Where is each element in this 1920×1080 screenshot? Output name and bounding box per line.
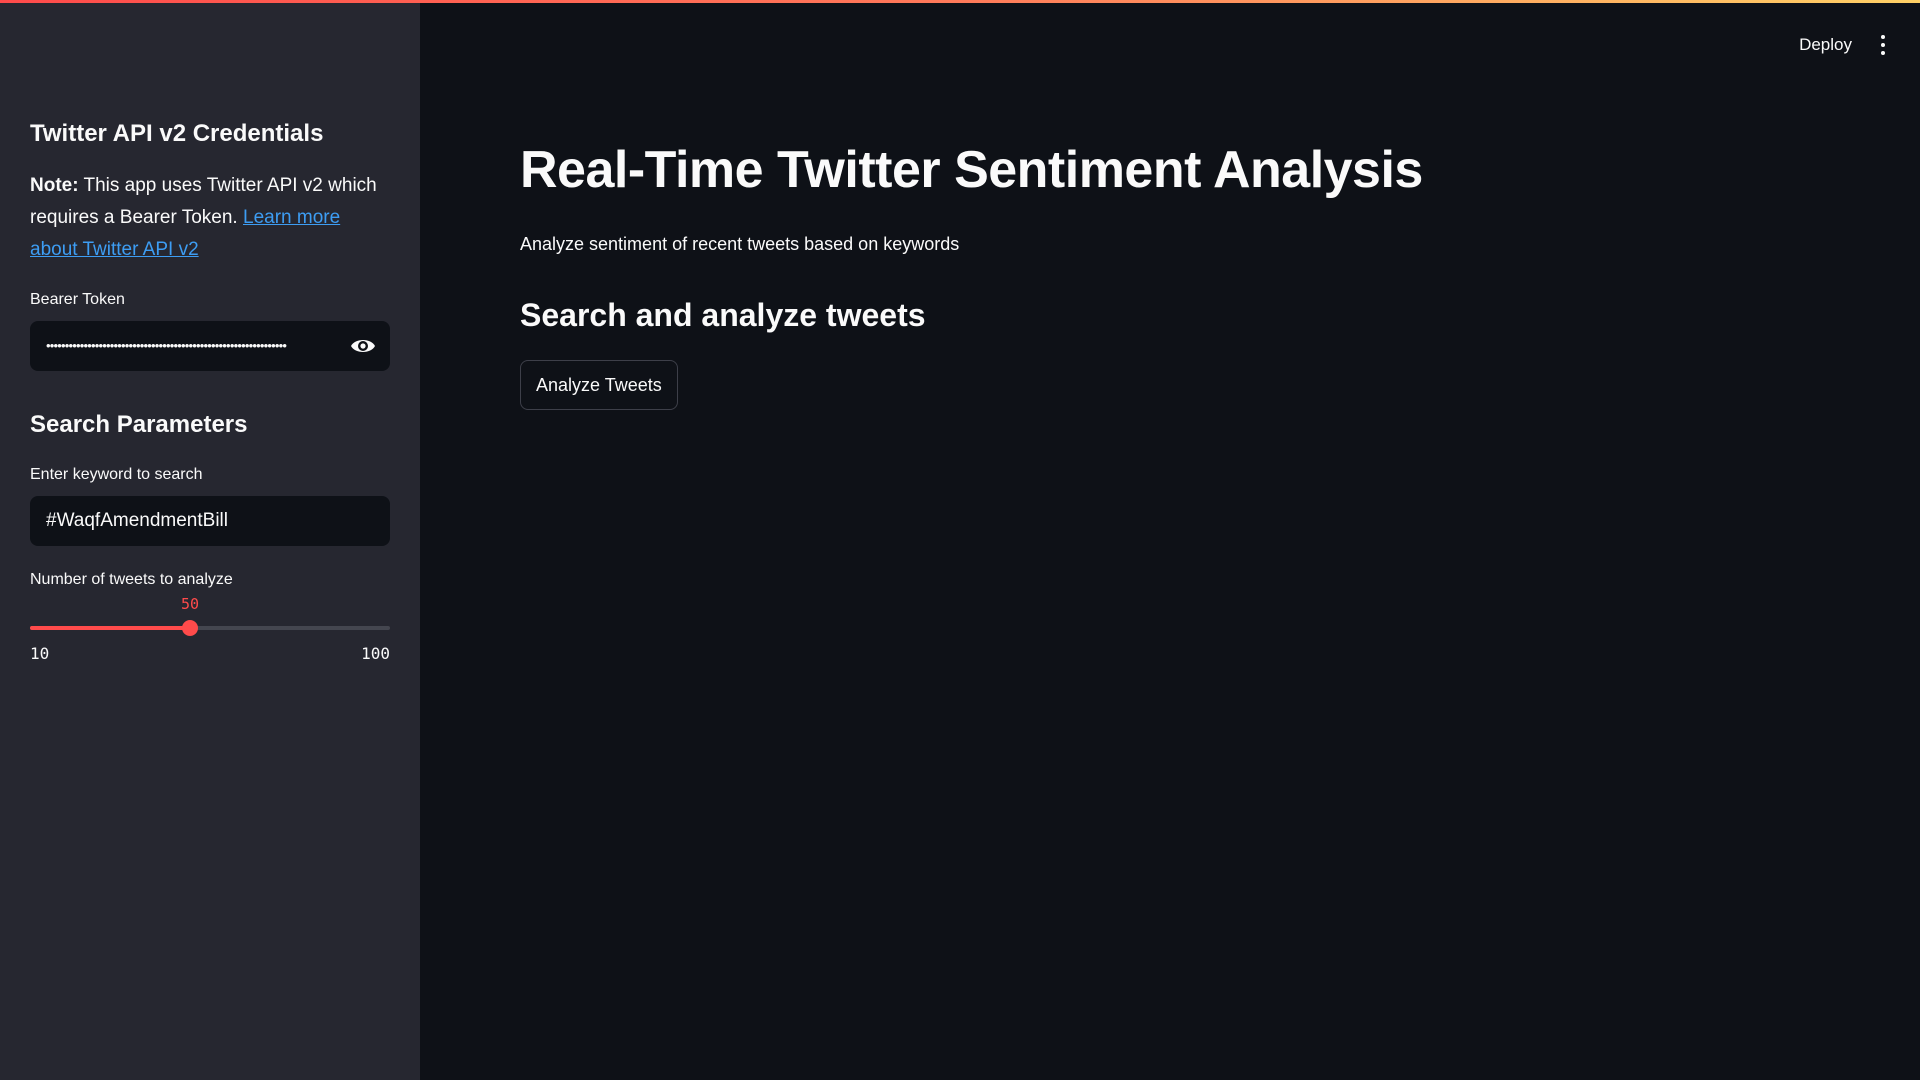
credentials-heading: Twitter API v2 Credentials <box>30 120 324 147</box>
keyword-search-input[interactable]: #WaqfAmendmentBill <box>30 496 390 546</box>
top-decoration-bar <box>0 0 1920 3</box>
page-title: Real-Time Twitter Sentiment Analysis <box>520 141 1423 199</box>
eye-icon[interactable] <box>350 334 376 358</box>
bearer-token-input[interactable]: ••••••••••••••••••••••••••••••••••••••••… <box>30 321 390 371</box>
slider-thumb[interactable] <box>182 620 198 636</box>
note-label: Note: <box>30 175 79 196</box>
bearer-token-label: Bearer Token <box>30 291 125 308</box>
tweet-count-slider[interactable]: 50 10 100 <box>30 590 390 670</box>
api-note: Note: This app uses Twitter API v2 which… <box>30 170 390 266</box>
slider-min-label: 10 <box>30 644 50 663</box>
search-parameters-heading: Search Parameters <box>30 411 248 438</box>
deploy-button[interactable]: Deploy <box>1799 35 1852 55</box>
keyword-value: #WaqfAmendmentBill <box>46 510 228 531</box>
keyword-label: Enter keyword to search <box>30 466 203 483</box>
analyze-tweets-button[interactable]: Analyze Tweets <box>520 360 678 410</box>
header-toolbar: Deploy <box>1799 30 1886 60</box>
slider-track[interactable] <box>30 626 390 630</box>
page-subtitle: Analyze sentiment of recent tweets based… <box>520 234 960 254</box>
section-title: Search and analyze tweets <box>520 297 926 333</box>
slider-fill <box>30 626 190 630</box>
tweet-count-label: Number of tweets to analyze <box>30 571 233 588</box>
slider-current-value: 50 <box>180 595 200 613</box>
slider-max-label: 100 <box>361 644 390 663</box>
sidebar: Twitter API v2 Credentials Note: This ap… <box>0 0 420 1080</box>
bearer-token-value: ••••••••••••••••••••••••••••••••••••••••… <box>46 338 287 353</box>
vertical-dots-icon[interactable] <box>1880 34 1886 56</box>
